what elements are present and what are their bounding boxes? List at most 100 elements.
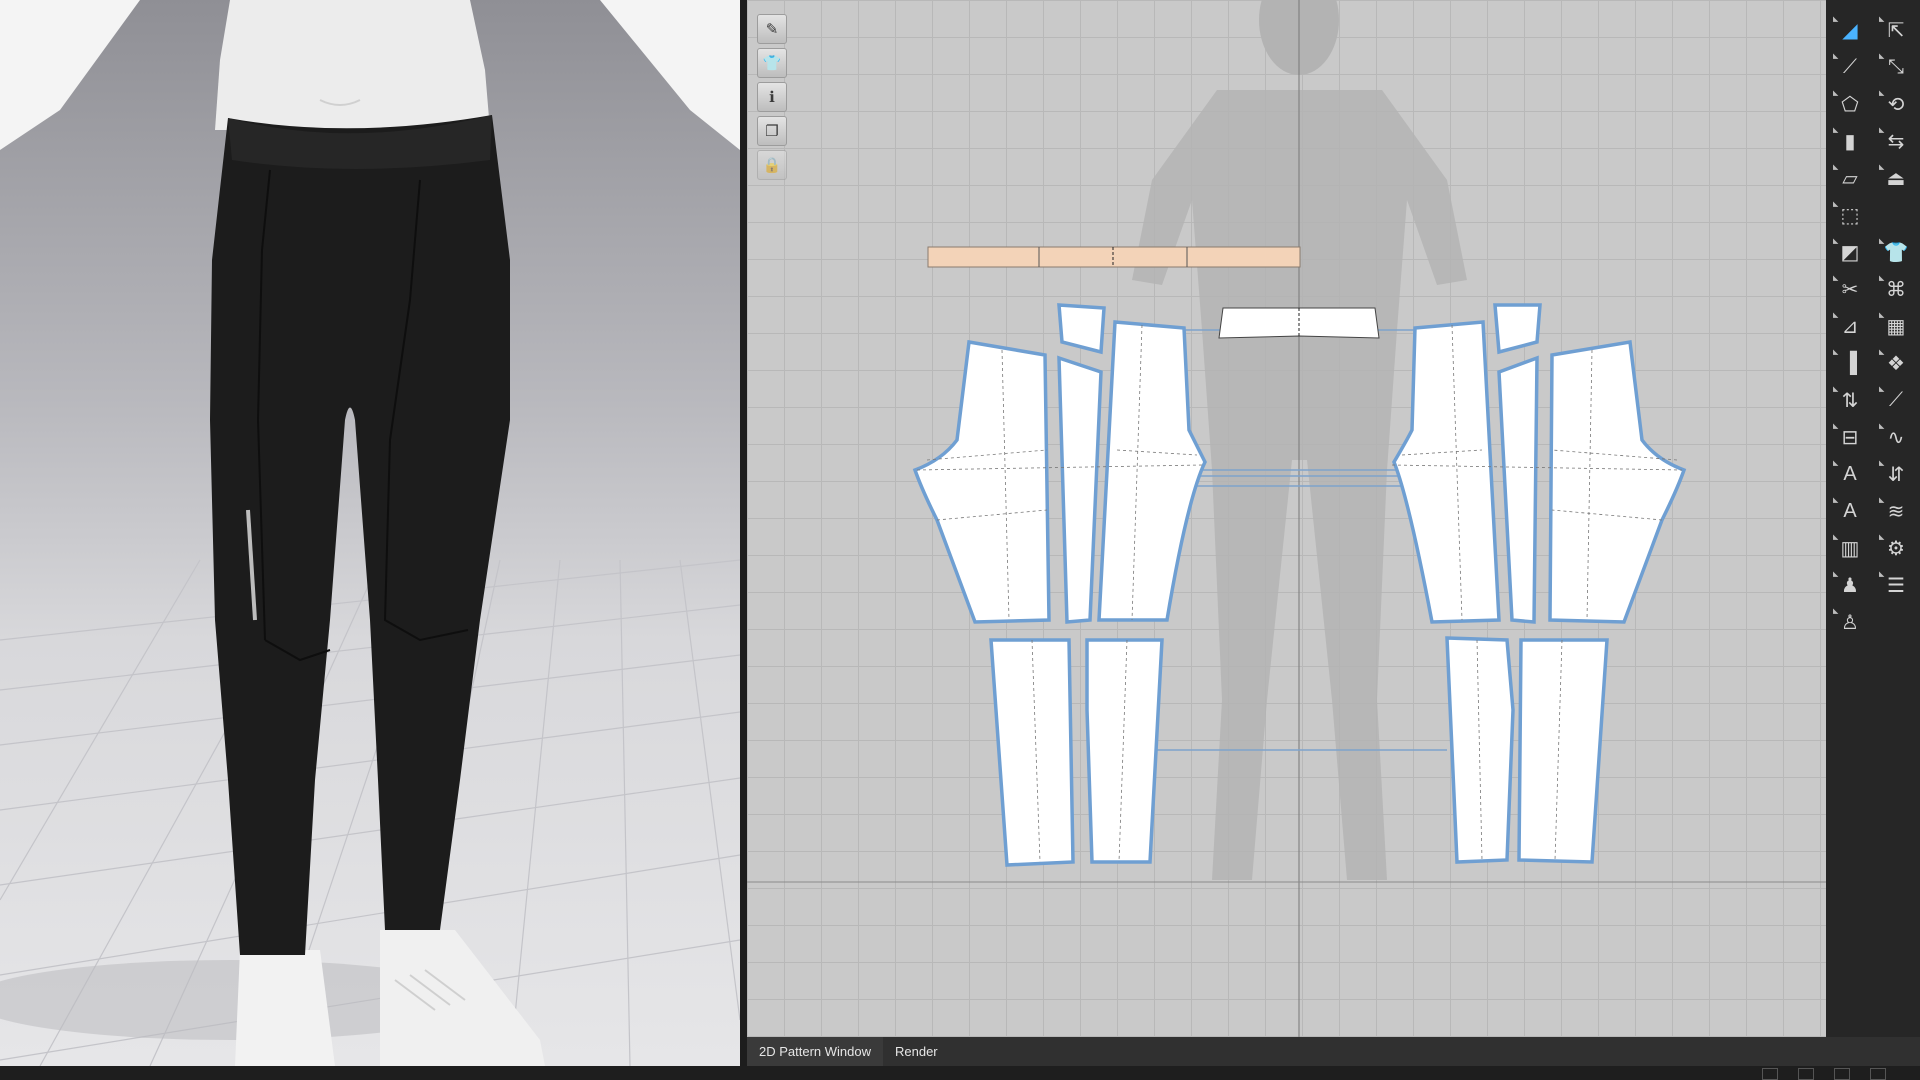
flip-icon[interactable]: ◣ ⇆ [1873,123,1919,160]
mesh-icon[interactable]: ◣ ❖ [1873,345,1919,382]
dart-icon[interactable]: ◣ ◩ [1827,234,1873,271]
gusset-piece[interactable] [1218,307,1380,339]
transform-icon[interactable]: ◣ ⇱ [1873,12,1919,49]
grade-icon-glyph: ▥ [1840,538,1860,560]
layout-icon-4[interactable] [1870,1068,1886,1080]
fabric-icon[interactable]: ◣ ⚙ [1873,530,1919,567]
topstitch-icon-glyph: ≋ [1887,501,1905,523]
3d-viewport[interactable] [0,0,740,1066]
blank-icon[interactable] [1873,197,1919,234]
edit-point-icon[interactable]: ◣ ⟋ [1827,49,1873,86]
flip-icon-glyph: ⇆ [1887,131,1905,153]
free-sewing-icon[interactable]: ◣ ⇅ [1827,382,1873,419]
rotate-icon[interactable]: ◣ ⟲ [1873,86,1919,123]
submenu-corner-icon: ◣ [1833,386,1839,393]
submenu-corner-icon: ◣ [1879,571,1885,578]
rectangle-icon[interactable]: ◣ ▮ [1827,123,1873,160]
internal-polygon-icon[interactable]: ◣ ▱ [1827,160,1873,197]
submenu-corner-icon: ◣ [1879,534,1885,541]
left-pattern-pieces[interactable] [912,303,1207,867]
3d-scene [0,0,740,1066]
layout-icon-2[interactable] [1798,1068,1814,1080]
submenu-corner-icon: ◣ [1833,127,1839,134]
submenu-corner-icon: ◣ [1879,164,1885,171]
submenu-corner-icon: ◣ [1879,16,1885,23]
submenu-corner-icon: ◣ [1879,275,1885,282]
select-mesh-icon-glyph: ◢ [1842,20,1858,42]
submenu-corner-icon: ◣ [1879,349,1885,356]
annotation-icon[interactable]: ◣ A [1827,456,1873,493]
submenu-corner-icon: ◣ [1879,127,1885,134]
garment-icon-glyph: 👕 [1883,242,1909,264]
measure-icon[interactable]: ◣ ⊟ [1827,419,1873,456]
submenu-corner-icon: ◣ [1833,90,1839,97]
leggings-3d [210,115,510,955]
submenu-corner-icon: ◣ [1833,275,1839,282]
submenu-corner-icon: ◣ [1833,423,1839,430]
cut-icon[interactable]: ◣ ✂ [1827,271,1873,308]
tab-2d-pattern-window[interactable]: 2D Pattern Window [747,1037,883,1066]
cut-icon-glyph: ✂ [1841,279,1859,301]
pin-avatar-icon-glyph: ♙ [1841,612,1859,634]
info-icon[interactable]: ℹ [757,82,787,112]
submenu-corner-icon: ◣ [1879,312,1885,319]
wave-icon-glyph: ∿ [1887,427,1905,449]
2d-pattern-window[interactable]: ✎ 👕 ℹ ❐ 🔒 [747,0,1826,1037]
submenu-corner-icon: ◣ [1833,349,1839,356]
submenu-corner-icon: ◣ [1879,90,1885,97]
measure-icon-glyph: ⊟ [1841,427,1859,449]
edit-curve-icon[interactable]: ◣ ⤡ [1873,49,1919,86]
rotate-icon-glyph: ⟲ [1887,94,1905,116]
arrange-icon-glyph: ⇵ [1887,464,1905,486]
submenu-corner-icon: ◣ [1833,497,1839,504]
submenu-corner-icon: ◣ [1833,608,1839,615]
iron-icon[interactable]: ◣ ⏏ [1873,160,1919,197]
stack-icon-glyph: ☰ [1887,575,1905,597]
pin-avatar-icon[interactable]: ◣ ♙ [1827,604,1873,641]
panel-divider[interactable] [740,0,747,1080]
submenu-corner-icon: ◣ [1833,16,1839,23]
dotted-rect-icon-glyph: ⬚ [1840,205,1860,227]
submenu-corner-icon: ◣ [1833,238,1839,245]
blank-icon-2[interactable] [1873,604,1919,641]
submenu-corner-icon: ◣ [1833,460,1839,467]
layout-icon[interactable] [1762,1068,1778,1080]
avatar-measure-icon[interactable]: ◣ ♟ [1827,567,1873,604]
tack-icon[interactable]: ◣ ⟋ [1873,382,1919,419]
waistband-piece[interactable] [927,246,1301,268]
submenu-corner-icon: ◣ [1879,460,1885,467]
submenu-corner-icon: ◣ [1833,53,1839,60]
text-icon[interactable]: ◣ A [1827,493,1873,530]
pen-tool-icon[interactable]: ✎ [757,14,787,44]
grade-icon[interactable]: ◣ ▥ [1827,530,1873,567]
topstitch-icon[interactable]: ◣ ≋ [1873,493,1919,530]
fold-icon[interactable]: ◣ ⊿ [1827,308,1873,345]
submenu-corner-icon: ◣ [1833,164,1839,171]
edit-curve-icon-glyph: ⤡ [1888,56,1904,78]
dotted-rect-icon[interactable]: ◣ ⬚ [1827,197,1873,234]
copy-pages-icon[interactable]: ❐ [757,116,787,146]
internal-polygon-icon-glyph: ▱ [1842,168,1858,190]
polygon-icon[interactable]: ◣ ⬠ [1827,86,1873,123]
garment-icon[interactable]: ◣ 👕 [1873,234,1919,271]
fold-icon-glyph: ⊿ [1841,316,1859,338]
segment-sewing-icon[interactable]: ◣ ▐ [1827,345,1873,382]
fabric-icon-glyph: ⚙ [1887,538,1905,560]
submenu-corner-icon: ◣ [1879,238,1885,245]
transform-icon-glyph: ⇱ [1887,20,1905,42]
layout-icon-3[interactable] [1834,1068,1850,1080]
wave-icon[interactable]: ◣ ∿ [1873,419,1919,456]
arrange-icon[interactable]: ◣ ⇵ [1873,456,1919,493]
submenu-corner-icon: ◣ [1879,497,1885,504]
stack-icon[interactable]: ◣ ☰ [1873,567,1919,604]
tab-render[interactable]: Render [883,1037,950,1066]
right-pattern-pieces[interactable] [1392,303,1687,864]
pattern-grid-icon-glyph: ▦ [1886,316,1906,338]
pattern-mini-toolbar: ✎ 👕 ℹ ❐ 🔒 [757,14,789,180]
select-mesh-icon[interactable]: ◣ ◢ [1827,12,1873,49]
edit-point-icon-glyph: ⟋ [1843,56,1857,78]
shirt-icon[interactable]: 👕 [757,48,787,78]
tag-icon[interactable]: ◣ ⌘ [1873,271,1919,308]
lock-shirt-icon[interactable]: 🔒 [757,150,787,180]
pattern-grid-icon[interactable]: ◣ ▦ [1873,308,1919,345]
